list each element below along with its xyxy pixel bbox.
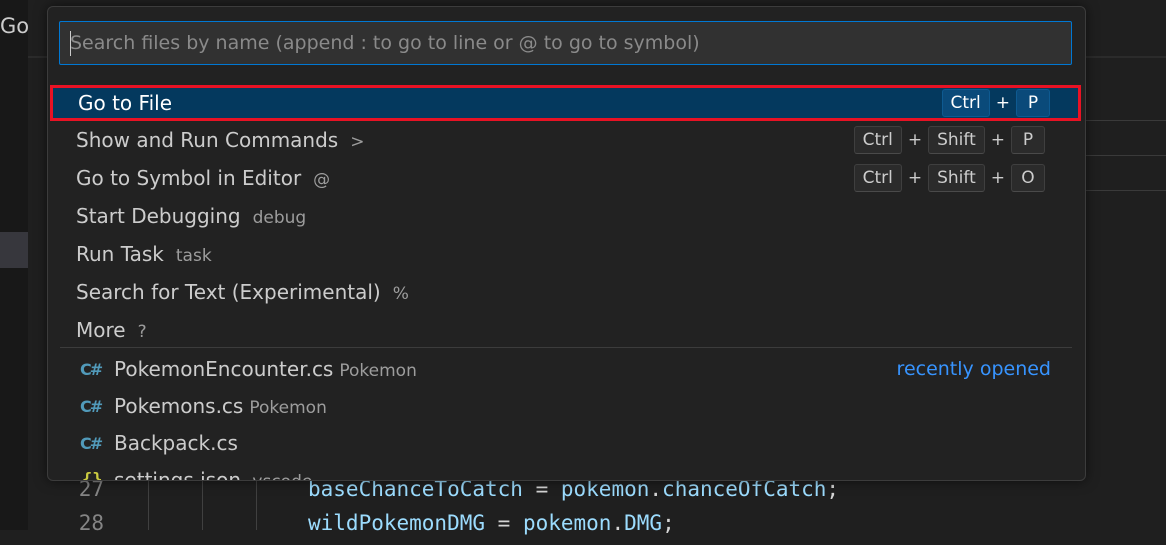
command-item-run-task[interactable]: Run Task task — [48, 235, 1085, 273]
key-o: O — [1011, 164, 1045, 192]
file-name: Backpack.cs — [114, 431, 238, 455]
key-ctrl: Ctrl — [941, 89, 990, 117]
file-name-text: settings.json — [114, 468, 242, 481]
code-token: ; — [662, 511, 675, 535]
code-text: wildPokemonDMG = pokemon.DMG; — [308, 511, 675, 535]
command-label-text: Search for Text (Experimental) — [76, 280, 381, 304]
command-label-text: Show and Run Commands — [76, 128, 339, 152]
command-item-more[interactable]: More? — [48, 311, 1085, 349]
csharp-file-icon: C# — [80, 396, 103, 416]
file-item-backpack-cs[interactable]: C# Backpack.cs — [48, 424, 1085, 462]
key-ctrl: Ctrl — [853, 126, 902, 154]
command-prefix-hint: @ — [313, 170, 331, 190]
command-label: Show and Run Commands > — [76, 128, 364, 152]
command-label-text: More — [76, 318, 126, 342]
editor-divider — [1085, 190, 1166, 191]
command-prefix-hint: debug — [252, 208, 307, 228]
file-item-pokemonencounter-cs[interactable]: C# PokemonEncounter.cs Pokemon recently ope… — [48, 350, 1085, 388]
file-description: Pokemon — [249, 398, 327, 418]
key-shift: Shift — [928, 164, 985, 192]
csharp-file-icon: C# — [80, 433, 103, 453]
file-name: PokemonEncounter.cs Pokemon — [114, 357, 417, 381]
key-plus: + — [990, 168, 1005, 188]
keybinding: Ctrl + Shift + O — [853, 164, 1045, 192]
file-name: Pokemons.cs Pokemon — [114, 394, 327, 418]
key-ctrl: Ctrl — [853, 164, 902, 192]
editor-divider — [1085, 120, 1166, 121]
editor-divider — [1085, 155, 1166, 156]
code-token: pokemon — [522, 511, 612, 535]
file-description: .vscode — [247, 472, 312, 480]
code-token: . — [611, 511, 625, 535]
code-line[interactable]: 28 wildPokemonDMG = pokemon.DMG; — [0, 511, 1166, 545]
key-plus: + — [995, 93, 1010, 113]
json-file-icon: {} — [82, 470, 103, 481]
command-label: Start Debugging debug — [76, 204, 306, 228]
key-plus: + — [907, 168, 923, 188]
command-label: Go to File — [78, 91, 172, 115]
keybinding: Ctrl + P — [941, 89, 1050, 117]
command-item-search-for-text-experimental[interactable]: Search for Text (Experimental)% — [48, 273, 1085, 311]
command-prefix-hint: task — [175, 246, 212, 266]
activity-bar-selected-item[interactable] — [0, 232, 28, 268]
code-line[interactable]: 27 baseChanceToCatch = pokemon.chanceOfCa… — [0, 477, 1166, 511]
command-item-go-to-symbol-in-editor[interactable]: Go to Symbol in Editor @ Ctrl + Shift + O — [48, 159, 1085, 197]
command-prefix-hint: > — [350, 132, 365, 152]
command-prefix-hint: ? — [137, 322, 147, 342]
command-prefix-hint: % — [392, 284, 409, 304]
command-label-text: Start Debugging — [76, 204, 241, 228]
code-token: = — [485, 511, 523, 535]
menu-go[interactable]: Go — [0, 14, 29, 38]
key-p: P — [1011, 126, 1045, 154]
file-item-settings-json[interactable]: {} settings.json .vscode — [48, 461, 1085, 481]
recently-opened-label: recently opened — [896, 358, 1051, 380]
quick-open-search-box[interactable] — [59, 21, 1072, 65]
key-p: P — [1016, 89, 1050, 117]
quick-open-search-input[interactable] — [60, 22, 1071, 64]
file-name-text: PokemonEncounter.cs — [114, 357, 334, 381]
file-name: settings.json .vscode — [114, 468, 312, 481]
command-label-text: Go to Symbol in Editor — [76, 166, 302, 190]
file-name-text: Backpack.cs — [114, 431, 238, 455]
command-label: Go to Symbol in Editor @ — [76, 166, 330, 190]
code-token: DMG — [624, 511, 663, 535]
command-label-text: Go to File — [78, 91, 172, 115]
file-description: Pokemon — [339, 361, 417, 381]
command-label: Search for Text (Experimental)% — [76, 280, 409, 304]
csharp-file-icon: C# — [80, 359, 103, 379]
file-name-text: Pokemons.cs — [114, 394, 244, 418]
list-separator — [60, 347, 1072, 348]
line-number: 28 — [78, 511, 104, 535]
key-plus: + — [990, 130, 1005, 150]
key-plus: + — [907, 130, 923, 150]
key-shift: Shift — [928, 126, 985, 154]
command-label-text: Run Task — [76, 242, 164, 266]
keybinding: Ctrl + Shift + P — [853, 126, 1045, 154]
command-item-go-to-file[interactable]: Go to File Ctrl + P — [50, 85, 1081, 121]
command-item-start-debugging[interactable]: Start Debugging debug — [48, 197, 1085, 235]
quick-open-widget: Go to FileCtrl+PShow and Run Commands>Ct… — [47, 6, 1086, 481]
code-token: wildPokemonDMG — [308, 511, 486, 535]
command-item-show-and-run-commands[interactable]: Show and Run Commands > Ctrl + Shift + P — [48, 121, 1085, 159]
command-label: More? — [76, 318, 147, 342]
command-label: Run Task task — [76, 242, 212, 266]
file-item-pokemons-cs[interactable]: C# Pokemons.cs Pokemon — [48, 387, 1085, 425]
text-caret — [70, 31, 71, 56]
